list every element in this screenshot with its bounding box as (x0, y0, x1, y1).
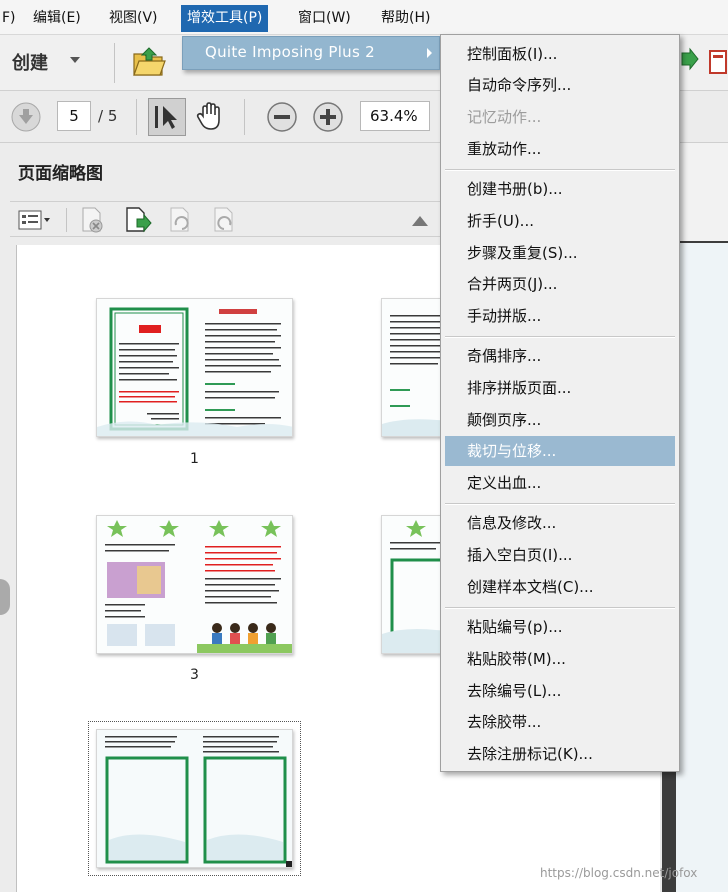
menu-bar: F) 编辑(E) 视图(V) 增效工具(P) 窗口(W) 帮助(H) (0, 0, 728, 35)
menu-separator (445, 169, 675, 171)
menu-item-info-modify[interactable]: 信息及修改... (445, 508, 675, 538)
menu-item-remove-reg-marks[interactable]: 去除注册标记(K)... (445, 739, 675, 769)
thumbnail-label-3: 3 (190, 667, 199, 683)
menu-separator (445, 503, 675, 505)
next-page-icon[interactable] (10, 101, 42, 133)
document-page (676, 243, 728, 892)
menu-item-merge-two-pages[interactable]: 合并两页(J)... (445, 269, 675, 299)
toolbar-divider (136, 99, 137, 135)
open-folder-icon[interactable] (132, 45, 166, 79)
menu-item-create-sample-doc[interactable]: 创建样本文档(C)... (445, 572, 675, 602)
menu-item-replay-action[interactable]: 重放动作... (445, 134, 675, 164)
cursor-arrow-icon (155, 106, 177, 129)
watermark-text: https://blog.csdn.net/jofox (540, 866, 698, 880)
insert-page-icon[interactable] (124, 206, 152, 234)
menu-item-sort-imposed-pages[interactable]: 排序拼版页面... (445, 373, 675, 403)
page-thumbnail-3[interactable] (96, 515, 293, 654)
page-thumbnail-5[interactable] (88, 721, 301, 876)
menu-item-control-panel[interactable]: 控制面板(I)... (445, 39, 675, 69)
quite-imposing-menu: 控制面板(I)... 自动命令序列... 记忆动作... 重放动作... 创建书… (440, 34, 680, 772)
menu-separator (445, 607, 675, 609)
toolbar-divider (244, 99, 245, 135)
select-tool-button[interactable] (148, 98, 186, 136)
zoom-thumbnails-icon[interactable] (410, 214, 430, 228)
menu-item-step-repeat[interactable]: 步骤及重复(S)... (445, 238, 675, 268)
toolbar-overflow-icons[interactable] (680, 47, 728, 77)
zoom-level-input[interactable]: 63.4% (360, 101, 430, 131)
menu-file[interactable]: F) (0, 5, 22, 32)
submenu-label: Quite Imposing Plus 2 (205, 43, 376, 61)
zoom-in-icon[interactable] (312, 101, 344, 133)
chevron-right-icon (427, 48, 432, 58)
menu-item-manual-imposition[interactable]: 手动拼版... (445, 301, 675, 331)
menu-window[interactable]: 窗口(W) (292, 5, 357, 32)
page-5-preview (97, 730, 292, 867)
page-3-preview (97, 516, 292, 653)
chevron-down-icon[interactable] (70, 57, 80, 63)
options-menu-icon[interactable] (18, 208, 52, 232)
menu-item-auto-sequence[interactable]: 自动命令序列... (445, 70, 675, 100)
rotate-cw-page-icon[interactable] (212, 206, 238, 234)
toolbar-divider (66, 208, 67, 232)
menu-item-remove-tape[interactable]: 去除胶带... (445, 707, 675, 737)
delete-page-icon[interactable] (80, 206, 106, 234)
toolbar-divider (114, 43, 115, 83)
menu-view[interactable]: 视图(V) (103, 5, 164, 32)
page-total-label: / 5 (98, 107, 118, 125)
menu-item-paste-tape[interactable]: 粘贴胶带(M)... (445, 644, 675, 674)
menu-item-folding[interactable]: 折手(U)... (445, 206, 675, 236)
menu-item-odd-even-sort[interactable]: 奇偶排序... (445, 341, 675, 371)
page-thumbnail-1[interactable] (96, 298, 293, 437)
menu-edit[interactable]: 编辑(E) (27, 5, 87, 32)
menu-item-remember-action: 记忆动作... (467, 108, 542, 126)
thumbnail-label-1: 1 (190, 451, 199, 467)
menu-item-trim-shift[interactable]: 裁切与位移... (445, 436, 675, 466)
page-1-preview (97, 299, 292, 436)
rotate-ccw-page-icon[interactable] (168, 206, 194, 234)
menu-separator (445, 336, 675, 338)
panel-title: 页面缩略图 (18, 164, 103, 184)
document-page-top (676, 143, 728, 241)
panel-resize-handle[interactable] (0, 579, 10, 615)
page-number-input[interactable]: 5 (57, 101, 91, 131)
menu-item-insert-blank-page[interactable]: 插入空白页(I)... (445, 540, 675, 570)
hand-tool-button[interactable] (192, 98, 230, 136)
menu-item-reverse-order[interactable]: 颠倒页序... (445, 405, 675, 435)
menu-plugins[interactable]: 增效工具(P) (181, 5, 269, 32)
menu-item-remove-numbering[interactable]: 去除编号(L)... (445, 676, 675, 706)
menu-item-paste-numbering[interactable]: 粘贴编号(p)... (445, 612, 675, 642)
submenu-quite-imposing[interactable]: Quite Imposing Plus 2 (182, 36, 440, 70)
menu-item-create-booklet[interactable]: 创建书册(b)... (445, 174, 675, 204)
menu-item-define-bleed[interactable]: 定义出血... (445, 468, 675, 498)
hand-icon (196, 102, 220, 130)
create-button[interactable]: 创建 (12, 49, 48, 75)
menu-help[interactable]: 帮助(H) (375, 5, 436, 32)
zoom-out-icon[interactable] (266, 101, 298, 133)
